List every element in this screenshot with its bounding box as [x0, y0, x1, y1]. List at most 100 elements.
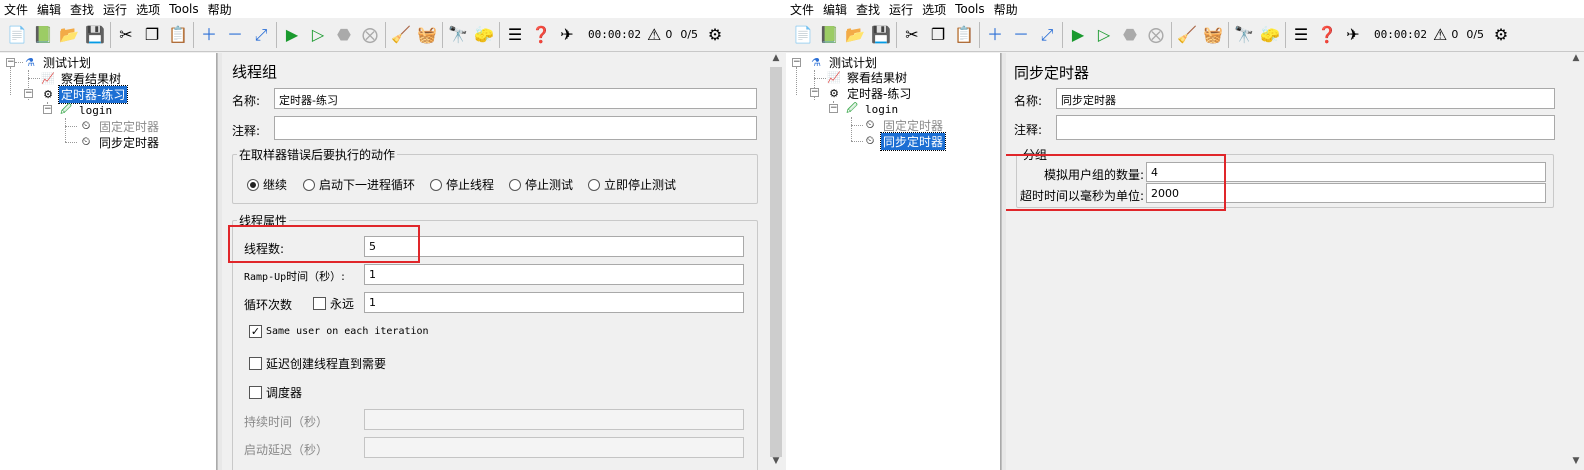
menu-file[interactable]: 文件 [4, 1, 28, 18]
forever-checkbox[interactable]: 永远 [313, 295, 354, 312]
warning-icon[interactable]: ⚠ [1433, 25, 1447, 44]
save-icon[interactable]: 💾 [868, 22, 894, 48]
new-file-icon[interactable]: 📄 [790, 22, 816, 48]
search-binoculars-icon[interactable]: 🔭 [445, 22, 471, 48]
radio-start-next-loop[interactable]: 启动下一进程循环 [303, 176, 415, 193]
save-icon[interactable]: 💾 [82, 22, 108, 48]
radio-stop-thread[interactable]: 停止线程 [430, 176, 494, 193]
menu-options[interactable]: 选项 [922, 1, 946, 18]
function-helper-icon[interactable]: ☰ [502, 22, 528, 48]
cut-icon[interactable]: ✂ [899, 22, 925, 48]
menu-search[interactable]: 查找 [856, 1, 880, 18]
stop-icon[interactable]: ⬣ [331, 22, 357, 48]
clear-all-icon[interactable]: 🧺 [414, 22, 440, 48]
new-file-icon[interactable]: 📄 [4, 22, 30, 48]
tree-item-login-sampler[interactable]: 🖉 login [844, 101, 900, 117]
name-input[interactable]: 定时器-练习 [274, 88, 757, 109]
templates-icon[interactable]: 📗 [816, 22, 842, 48]
threads-input[interactable]: 5 [364, 236, 744, 257]
start-no-pause-icon[interactable]: ▷ [305, 22, 331, 48]
tree-item-thread-group[interactable]: ⚙ 定时器-练习 [40, 84, 129, 104]
copy-icon[interactable]: ❐ [139, 22, 165, 48]
vertical-scrollbar[interactable]: ▲ ▼ [1568, 53, 1584, 470]
toggle-icon[interactable]: ⤢ [1034, 22, 1060, 48]
tree-item-result-tree[interactable]: 📈 察看结果树 [826, 69, 909, 85]
rampup-input[interactable]: 1 [364, 264, 744, 285]
start-no-pause-icon[interactable]: ▷ [1091, 22, 1117, 48]
scroll-down-icon[interactable]: ▼ [768, 456, 784, 470]
help-icon[interactable]: ❓ [528, 22, 554, 48]
tree-item-constant-timer[interactable]: ⏲ 固定定时器 [78, 118, 161, 134]
start-icon[interactable]: ▶ [1065, 22, 1091, 48]
shutdown-icon[interactable]: ⨂ [357, 22, 383, 48]
templates-icon[interactable]: 📗 [30, 22, 56, 48]
expand-icon[interactable]: ＋ [982, 22, 1008, 48]
comment-input[interactable] [1056, 115, 1555, 140]
remote-icon[interactable]: ✈ [1340, 22, 1366, 48]
menu-options[interactable]: 选项 [136, 1, 160, 18]
startup-delay-input[interactable] [364, 437, 744, 458]
stop-icon[interactable]: ⬣ [1117, 22, 1143, 48]
collapse-toggle-icon[interactable]: − [810, 88, 819, 97]
delay-thread-creation-checkbox[interactable]: 延迟创建线程直到需要 [249, 355, 386, 372]
reset-search-icon[interactable]: 🧽 [1257, 22, 1283, 48]
menu-run[interactable]: 运行 [889, 1, 913, 18]
duration-input[interactable] [364, 409, 744, 430]
expand-icon[interactable]: ＋ [196, 22, 222, 48]
comment-input[interactable] [274, 116, 757, 140]
start-icon[interactable]: ▶ [279, 22, 305, 48]
scroll-up-icon[interactable]: ▲ [1568, 53, 1584, 67]
menu-tools[interactable]: Tools [169, 2, 199, 16]
tree-item-result-tree[interactable]: 📈 察看结果树 [40, 70, 123, 86]
scroll-down-icon[interactable]: ▼ [1568, 456, 1584, 470]
paste-icon[interactable]: 📋 [951, 22, 977, 48]
collapse-toggle-icon[interactable]: − [43, 105, 52, 114]
menu-run[interactable]: 运行 [103, 1, 127, 18]
menu-tools[interactable]: Tools [955, 2, 985, 16]
menu-help[interactable]: 帮助 [994, 1, 1018, 18]
toggle-icon[interactable]: ⤢ [248, 22, 274, 48]
warning-icon[interactable]: ⚠ [647, 25, 661, 44]
collapse-icon[interactable]: － [222, 22, 248, 48]
function-helper-icon[interactable]: ☰ [1288, 22, 1314, 48]
menu-edit[interactable]: 编辑 [823, 1, 847, 18]
copy-icon[interactable]: ❐ [925, 22, 951, 48]
remote-icon[interactable]: ✈ [554, 22, 580, 48]
scheduler-checkbox[interactable]: 调度器 [249, 384, 302, 401]
tree-item-thread-group[interactable]: ⚙ 定时器-练习 [826, 85, 913, 101]
radio-continue[interactable]: 继续 [247, 176, 287, 193]
tree-item-test-plan[interactable]: ⚗ 测试计划 [22, 54, 93, 70]
scroll-thumb[interactable] [770, 67, 782, 457]
same-user-checkbox[interactable]: ✓ Same user on each iteration [249, 325, 429, 338]
tree-item-login-sampler[interactable]: 🖉 login [58, 102, 114, 118]
clear-icon[interactable]: 🧹 [1174, 22, 1200, 48]
collapse-toggle-icon[interactable]: − [6, 58, 15, 67]
open-folder-icon[interactable]: 📂 [56, 22, 82, 48]
cut-icon[interactable]: ✂ [113, 22, 139, 48]
radio-stop-test-now[interactable]: 立即停止测试 [588, 176, 676, 193]
menu-file[interactable]: 文件 [790, 1, 814, 18]
loops-input[interactable]: 1 [364, 292, 744, 313]
name-input[interactable]: 同步定时器 [1056, 88, 1555, 109]
collapse-toggle-icon[interactable]: − [24, 89, 33, 98]
clear-icon[interactable]: 🧹 [388, 22, 414, 48]
collapse-icon[interactable]: － [1008, 22, 1034, 48]
paste-icon[interactable]: 📋 [165, 22, 191, 48]
search-binoculars-icon[interactable]: 🔭 [1231, 22, 1257, 48]
shutdown-icon[interactable]: ⨂ [1143, 22, 1169, 48]
menu-help[interactable]: 帮助 [208, 1, 232, 18]
tree-item-constant-timer[interactable]: ⏲ 固定定时器 [862, 117, 945, 133]
menu-search[interactable]: 查找 [70, 1, 94, 18]
help-icon[interactable]: ❓ [1314, 22, 1340, 48]
collapse-toggle-icon[interactable]: − [792, 58, 801, 67]
clear-all-icon[interactable]: 🧺 [1200, 22, 1226, 48]
vertical-scrollbar[interactable]: ▲ ▼ [768, 53, 784, 470]
radio-stop-test[interactable]: 停止测试 [509, 176, 573, 193]
reset-search-icon[interactable]: 🧽 [471, 22, 497, 48]
tree-item-sync-timer[interactable]: ⏲ 同步定时器 [862, 131, 947, 151]
open-folder-icon[interactable]: 📂 [842, 22, 868, 48]
scroll-up-icon[interactable]: ▲ [768, 53, 784, 67]
tree-item-sync-timer[interactable]: ⏲ 同步定时器 [78, 134, 161, 150]
collapse-toggle-icon[interactable]: − [829, 104, 838, 113]
menu-edit[interactable]: 编辑 [37, 1, 61, 18]
